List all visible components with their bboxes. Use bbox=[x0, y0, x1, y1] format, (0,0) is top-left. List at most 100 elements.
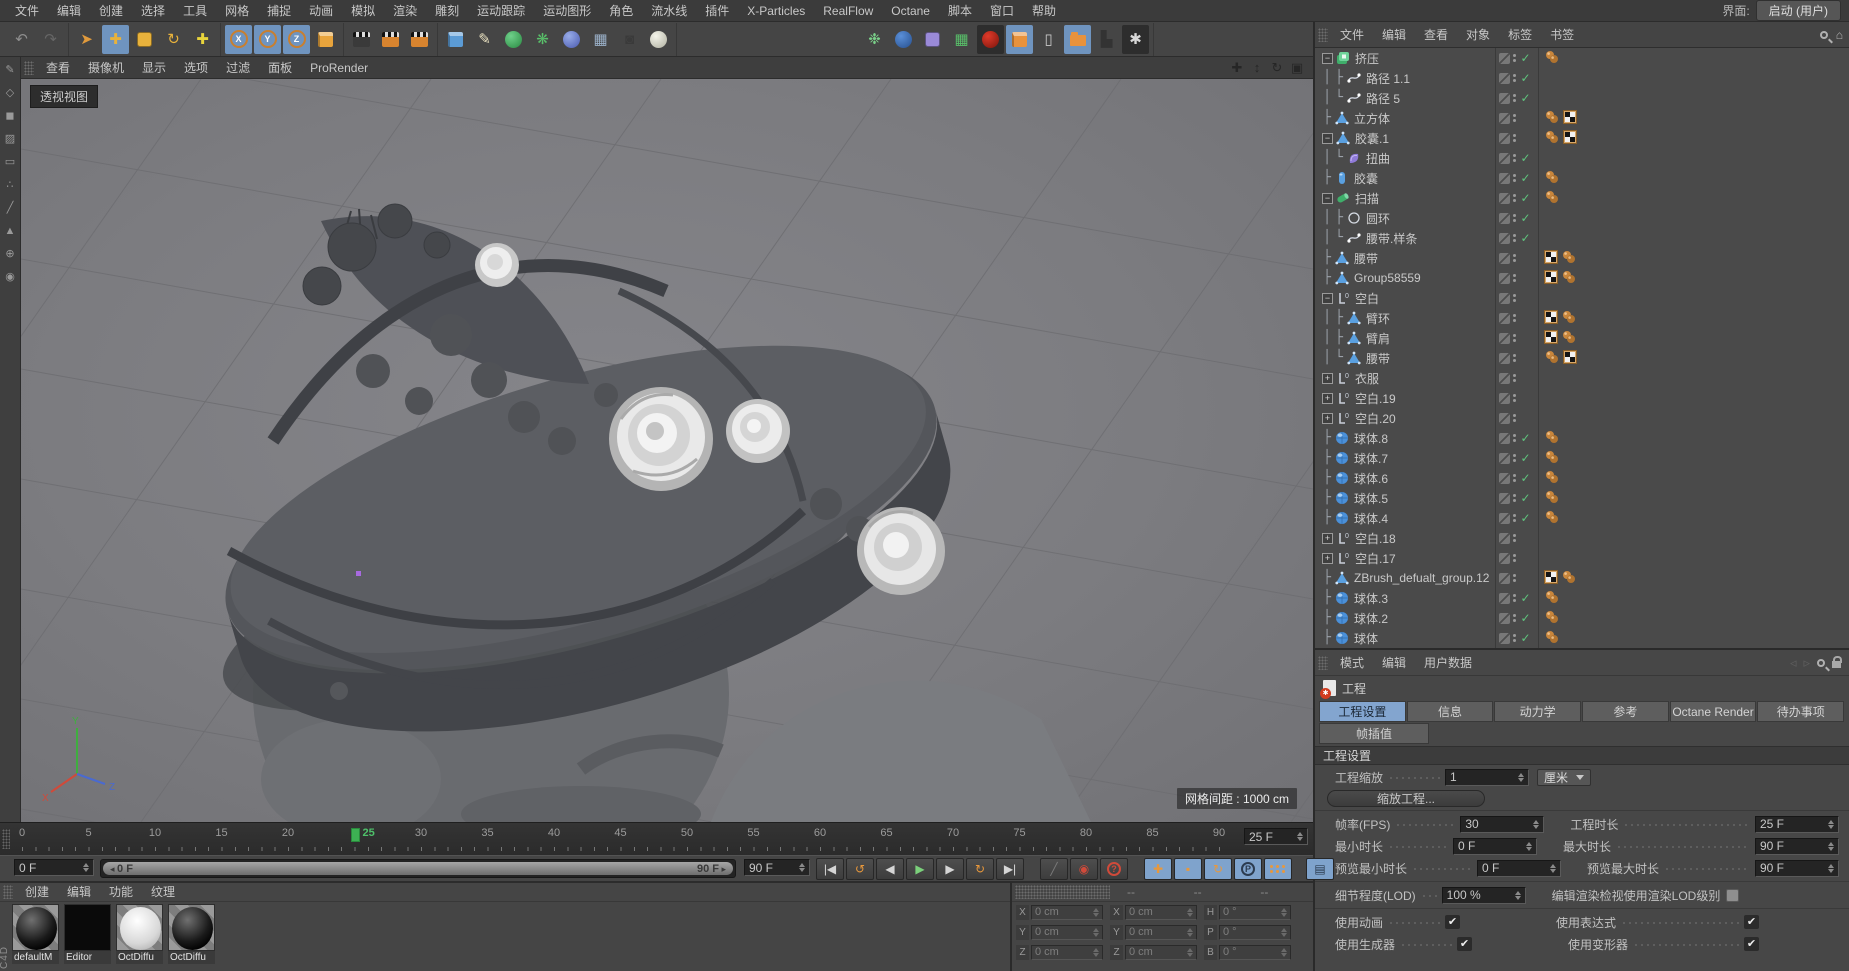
menu-角色[interactable]: 角色 bbox=[600, 0, 642, 22]
render-lod-checkbox[interactable] bbox=[1726, 888, 1740, 902]
rotate-icon[interactable]: ↻ bbox=[1269, 60, 1285, 76]
visibility-dots[interactable] bbox=[1513, 314, 1516, 322]
add-metaball-icon[interactable] bbox=[558, 25, 585, 54]
playhead[interactable] bbox=[350, 828, 360, 842]
om-menu-对象[interactable]: 对象 bbox=[1457, 24, 1499, 46]
object-row[interactable]: − 胶囊.1 bbox=[1315, 128, 1849, 148]
move-icon[interactable]: ✚ bbox=[102, 24, 129, 54]
preview-range-slider[interactable]: ◂ 0 F 90 F ▸ bbox=[100, 859, 736, 878]
viewport-menu-面板[interactable]: 面板 bbox=[259, 57, 301, 79]
om-menu-书签[interactable]: 书签 bbox=[1541, 24, 1583, 46]
layer-icon[interactable] bbox=[1499, 332, 1510, 344]
object-row[interactable]: ├ 球体.2 ✓ bbox=[1315, 608, 1849, 628]
goto-end-button[interactable]: ▶| bbox=[996, 858, 1024, 880]
filter-home-icon[interactable]: ⌂ bbox=[1836, 28, 1843, 42]
object-row[interactable]: │ └ 腰带.样条 ✓ bbox=[1315, 228, 1849, 248]
key-position-button[interactable]: ✚ bbox=[1144, 858, 1172, 880]
menu-帮助[interactable]: 帮助 bbox=[1023, 0, 1065, 22]
viewport-menu-ProRender[interactable]: ProRender bbox=[301, 57, 377, 79]
coord-field[interactable]: 0 ° bbox=[1219, 924, 1291, 940]
layer-icon[interactable] bbox=[1499, 352, 1510, 364]
add-subdivision-icon[interactable] bbox=[500, 25, 527, 54]
uvw-tag[interactable] bbox=[1544, 269, 1558, 287]
goto-start-button[interactable]: |◀ bbox=[816, 858, 844, 880]
material-item[interactable]: OctDiffu bbox=[168, 904, 215, 964]
tab-帧插值[interactable]: 帧插值 bbox=[1319, 723, 1429, 744]
stepper[interactable] bbox=[1522, 841, 1533, 851]
material-tag[interactable] bbox=[1561, 250, 1577, 267]
visibility-dots[interactable] bbox=[1513, 354, 1516, 362]
coord-field[interactable]: 0 cm bbox=[1031, 924, 1103, 940]
enabled-check[interactable]: ✓ bbox=[1519, 451, 1532, 465]
panel-grip[interactable] bbox=[24, 60, 34, 75]
visibility-dots[interactable] bbox=[1513, 634, 1516, 642]
menu-RealFlow[interactable]: RealFlow bbox=[814, 0, 882, 22]
stepper[interactable] bbox=[1277, 907, 1287, 917]
menu-编辑[interactable]: 编辑 bbox=[48, 0, 90, 22]
object-row[interactable]: +0 空白.19 bbox=[1315, 388, 1849, 408]
object-row[interactable]: ├ 球体.7 ✓ bbox=[1315, 448, 1849, 468]
axis-mode-icon[interactable]: ⊕ bbox=[2, 245, 19, 262]
visibility-dots[interactable] bbox=[1513, 394, 1516, 402]
visibility-dots[interactable] bbox=[1513, 234, 1516, 242]
content-browser-icon[interactable] bbox=[1064, 24, 1091, 54]
object-row[interactable]: ├ 球体 ✓ bbox=[1315, 628, 1849, 648]
object-row[interactable]: │ └ 路径 5 ✓ bbox=[1315, 88, 1849, 108]
tab-Octane Render[interactable]: Octane Render bbox=[1669, 701, 1757, 722]
material-tag[interactable] bbox=[1544, 190, 1560, 207]
menu-渲染[interactable]: 渲染 bbox=[384, 0, 426, 22]
viewport-canvas[interactable]: 透视视图 网格间距 : 1000 cm Y X Z bbox=[21, 79, 1313, 822]
menu-模拟[interactable]: 模拟 bbox=[342, 0, 384, 22]
record-disabled-button[interactable]: ╱ bbox=[1040, 858, 1068, 880]
previous-key-button[interactable]: ↺ bbox=[846, 858, 874, 880]
coord-field[interactable]: 0 cm bbox=[1125, 904, 1197, 920]
enabled-check[interactable]: ✓ bbox=[1519, 431, 1532, 445]
uvw-tag[interactable] bbox=[1544, 249, 1558, 267]
toggle-checkbox[interactable]: ✔ bbox=[1744, 937, 1759, 951]
layer-icon[interactable] bbox=[1499, 432, 1510, 444]
enabled-check[interactable]: ✓ bbox=[1519, 171, 1532, 185]
layer-icon[interactable] bbox=[1499, 532, 1510, 544]
visibility-dots[interactable] bbox=[1513, 414, 1516, 422]
stepper[interactable] bbox=[1824, 863, 1834, 873]
timeline-mode-button[interactable]: ▤ bbox=[1306, 858, 1334, 880]
points-mode-icon[interactable]: ∴ bbox=[2, 176, 19, 193]
tab-参考[interactable]: 参考 bbox=[1582, 701, 1669, 722]
layer-icon[interactable] bbox=[1499, 612, 1510, 624]
pen-tool-icon[interactable]: ✎ bbox=[2, 61, 19, 78]
viewport-menu-过滤[interactable]: 过滤 bbox=[217, 57, 259, 79]
object-row[interactable]: │ ├ 臂环 bbox=[1315, 308, 1849, 328]
tab-工程设置[interactable]: 工程设置 bbox=[1319, 701, 1406, 722]
expand-icon[interactable]: + bbox=[1322, 552, 1333, 564]
layer-icon[interactable] bbox=[1499, 492, 1510, 504]
menu-流水线[interactable]: 流水线 bbox=[642, 0, 696, 22]
panel-grip[interactable] bbox=[1318, 27, 1328, 42]
menu-捕捉[interactable]: 捕捉 bbox=[258, 0, 300, 22]
menu-选择[interactable]: 选择 bbox=[132, 0, 174, 22]
collapse-icon[interactable]: − bbox=[1322, 52, 1333, 64]
object-row[interactable]: ├ 球体.4 ✓ bbox=[1315, 508, 1849, 528]
key-parameter-button[interactable]: P bbox=[1234, 858, 1262, 880]
menu-创建[interactable]: 创建 bbox=[90, 0, 132, 22]
object-row[interactable]: │ └ 扭曲 ✓ bbox=[1315, 148, 1849, 168]
add-spline-pen-icon[interactable]: ✎ bbox=[471, 25, 498, 54]
tab-信息[interactable]: 信息 bbox=[1406, 701, 1494, 722]
key-scale-button[interactable]: ▪ bbox=[1174, 858, 1202, 880]
object-row[interactable]: +0 空白.20 bbox=[1315, 408, 1849, 428]
stepper[interactable] bbox=[1277, 927, 1287, 937]
render-region-icon[interactable] bbox=[377, 25, 404, 54]
key-rotation-button[interactable]: ↻ bbox=[1204, 858, 1232, 880]
search-icon[interactable] bbox=[1819, 30, 1828, 39]
object-row[interactable]: ├ 球体.8 ✓ bbox=[1315, 428, 1849, 448]
material-tag[interactable] bbox=[1544, 130, 1560, 147]
object-row[interactable]: ├ 立方体 bbox=[1315, 108, 1849, 128]
visibility-dots[interactable] bbox=[1513, 94, 1516, 102]
coord-field[interactable]: 0 ° bbox=[1219, 904, 1291, 920]
stepper[interactable] bbox=[1183, 947, 1193, 957]
simulate-particles-icon[interactable]: ❉ bbox=[861, 25, 888, 54]
settings-gear-icon[interactable]: ✱ bbox=[1122, 24, 1149, 54]
om-menu-标签[interactable]: 标签 bbox=[1499, 24, 1541, 46]
material-menu-功能[interactable]: 功能 bbox=[100, 881, 142, 903]
simulate-cloth-icon[interactable] bbox=[890, 25, 917, 54]
lod-input[interactable]: 100 % bbox=[1441, 886, 1526, 904]
